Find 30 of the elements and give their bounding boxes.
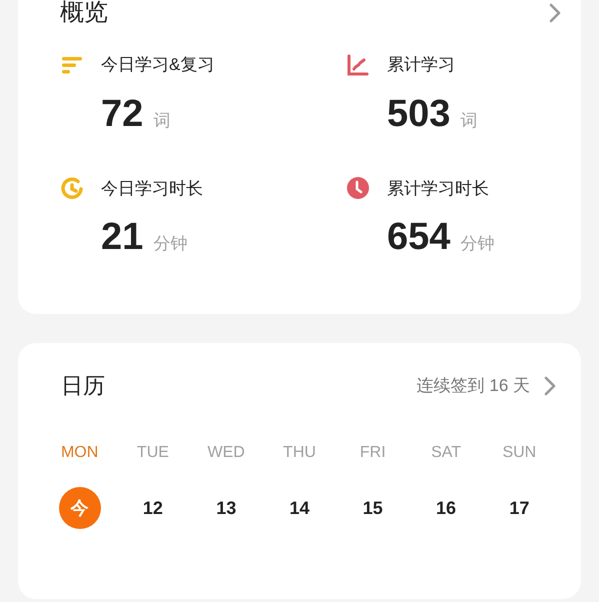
stat-unit: 词 bbox=[153, 110, 170, 132]
card-title: 日历 bbox=[61, 372, 105, 400]
calendar-day[interactable]: 14 bbox=[289, 494, 310, 522]
stat-value: 21 bbox=[101, 215, 144, 259]
stat-value: 503 bbox=[387, 92, 450, 136]
stat-unit: 分钟 bbox=[460, 233, 494, 255]
stat-value: 72 bbox=[101, 92, 144, 136]
stat-unit: 分钟 bbox=[153, 233, 188, 255]
chevron-right-icon[interactable] bbox=[549, 3, 561, 23]
weekday-label: THU bbox=[283, 443, 316, 463]
weekday-label: SAT bbox=[431, 443, 462, 463]
stat-label: 累计学习时长 bbox=[387, 178, 489, 200]
calendar-day[interactable]: 15 bbox=[362, 494, 383, 522]
card-title: 概览 bbox=[60, 0, 108, 28]
weekday-label: SUN bbox=[502, 443, 536, 463]
weekday-label: TUE bbox=[136, 443, 169, 463]
weekday-label: WED bbox=[208, 443, 245, 463]
calendar-day[interactable]: 16 bbox=[436, 494, 456, 522]
calendar-day[interactable]: 12 bbox=[142, 494, 163, 522]
stat-label: 今日学习&复习 bbox=[101, 54, 214, 76]
calendar-day[interactable]: 13 bbox=[216, 494, 236, 522]
streak-text[interactable]: 连续签到 16 天 bbox=[416, 373, 530, 399]
stat-unit: 词 bbox=[460, 110, 478, 132]
weekday-label: MON bbox=[60, 443, 98, 463]
weekday-label: FRI bbox=[360, 443, 386, 463]
calendar-day[interactable]: 17 bbox=[509, 494, 530, 522]
chevron-right-icon[interactable] bbox=[544, 376, 556, 396]
stat-value: 654 bbox=[387, 215, 450, 259]
stat-label: 累计学习 bbox=[387, 54, 455, 76]
stat-label: 今日学习时长 bbox=[101, 178, 203, 200]
